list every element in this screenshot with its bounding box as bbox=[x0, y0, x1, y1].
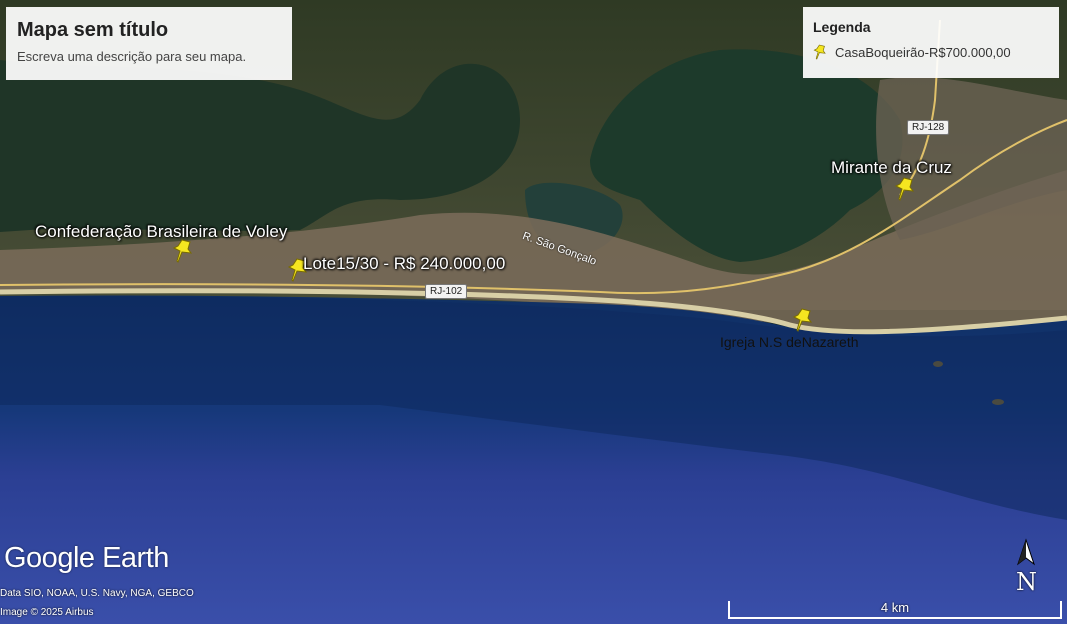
placemark-label-voley[interactable]: Confederação Brasileira de Voley bbox=[35, 222, 287, 242]
credit-data: Data SIO, NOAA, U.S. Navy, NGA, GEBCO bbox=[0, 588, 194, 599]
placemark-label-igreja[interactable]: Igreja N.S deNazareth bbox=[720, 334, 859, 350]
legend-panel: Legenda CasaBoqueirão-R$700.000,00 bbox=[803, 7, 1059, 78]
road-shield-rj128: RJ-128 bbox=[907, 120, 950, 135]
map-title[interactable]: Mapa sem título bbox=[17, 19, 282, 42]
legend-item-label: CasaBoqueirão-R$700.000,00 bbox=[835, 44, 1011, 60]
placemark-label-lote[interactable]: Lote15/30 - R$ 240.000,00 bbox=[303, 254, 505, 274]
credit-image: Image © 2025 Airbus bbox=[0, 607, 94, 618]
satellite-map[interactable] bbox=[0, 0, 1067, 624]
north-arrow-icon bbox=[1017, 538, 1035, 566]
yellow-pushpin-icon bbox=[813, 44, 826, 60]
islet bbox=[933, 361, 943, 367]
compass-label: N bbox=[1016, 568, 1037, 596]
placemark-label-mirante[interactable]: Mirante da Cruz bbox=[831, 158, 952, 178]
legend-item[interactable]: CasaBoqueirão-R$700.000,00 bbox=[813, 43, 1049, 61]
scale-label: 4 km bbox=[880, 600, 910, 615]
legend-title: Legenda bbox=[813, 19, 871, 35]
map-title-panel: Mapa sem título Escreva uma descrição pa… bbox=[6, 7, 292, 80]
yellow-pushpin-icon[interactable] bbox=[894, 176, 916, 202]
google-earth-logo: Google Earth bbox=[4, 542, 169, 574]
islet bbox=[992, 399, 1004, 405]
road-shield-rj102: RJ-102 bbox=[425, 284, 468, 299]
north-compass[interactable]: N bbox=[1012, 538, 1040, 596]
yellow-pushpin-icon[interactable] bbox=[792, 307, 814, 333]
scale-bar: 4 km bbox=[728, 600, 1062, 619]
map-description[interactable]: Escreva uma descrição para seu mapa. bbox=[17, 49, 282, 64]
